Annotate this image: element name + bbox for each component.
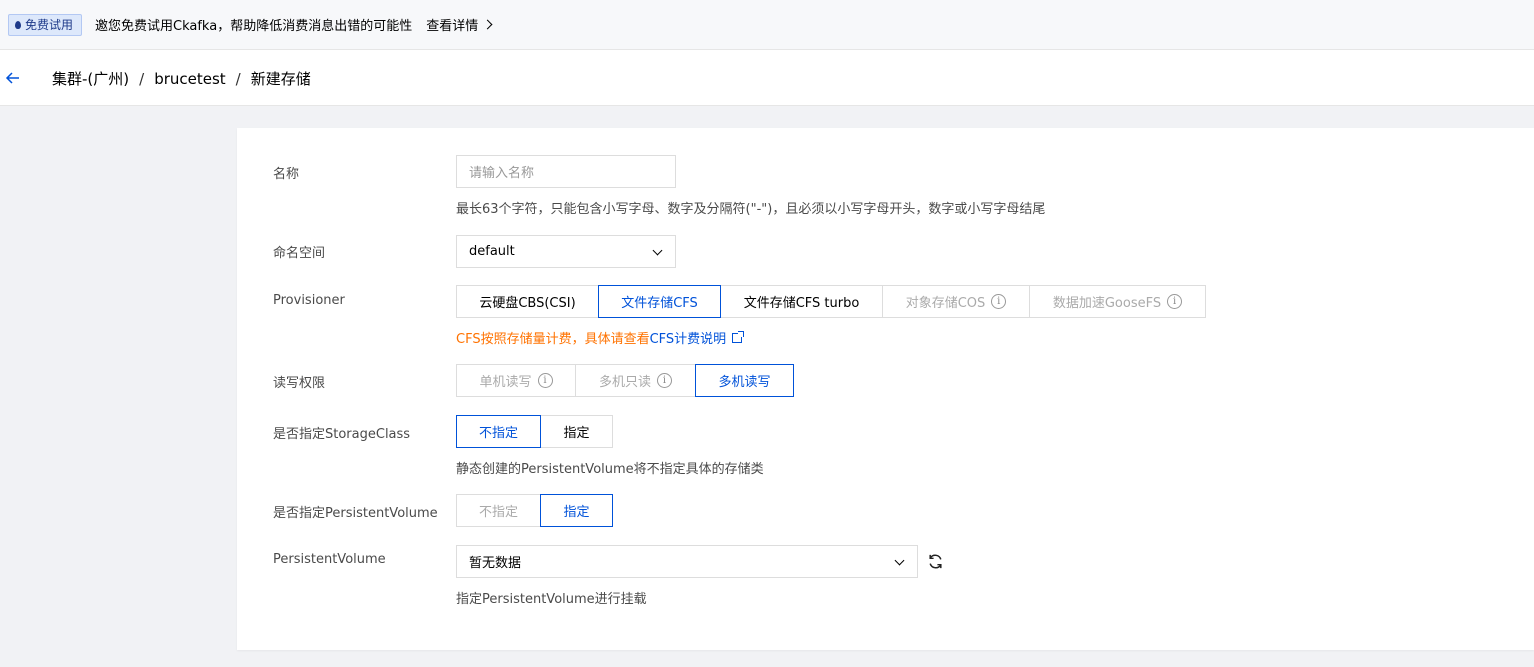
storage-class-option-label: 指定	[563, 426, 590, 441]
chevron-right-icon	[482, 19, 493, 30]
access-option-label: 多机读写	[718, 375, 771, 390]
specify-pv-option-label: 指定	[563, 505, 590, 520]
access-option-single-rw: 单机读写 i	[456, 364, 576, 397]
access-option-multi-ro: 多机只读 i	[575, 364, 696, 397]
info-icon[interactable]: i	[657, 373, 672, 388]
info-icon[interactable]: i	[537, 373, 553, 388]
namespace-select[interactable]: default	[456, 235, 676, 268]
namespace-label: 命名空间	[273, 246, 326, 261]
access-option-label: 多机只读	[598, 375, 651, 390]
view-details-link[interactable]: 查看详情	[426, 15, 493, 34]
provisioner-option-cbs[interactable]: 云硬盘CBS(CSI)	[456, 285, 599, 318]
drop-icon	[15, 20, 21, 29]
breadcrumb: 集群-(广州) / brucetest / 新建存储	[52, 68, 311, 89]
external-link-icon[interactable]	[732, 330, 745, 343]
provisioner-option-label: 云硬盘CBS(CSI)	[479, 296, 576, 311]
pv-hint: 指定PersistentVolume进行挂载	[456, 592, 647, 607]
provisioner-option-cfs[interactable]: 文件存储CFS	[598, 285, 721, 318]
cfs-billing-note: CFS按照存储量计费，具体请查看 CFS计费说明	[456, 328, 745, 347]
breadcrumb-separator: /	[139, 69, 145, 88]
storage-class-hint: 静态创建的PersistentVolume将不指定具体的存储类	[456, 462, 764, 477]
storage-class-option-specify[interactable]: 指定	[540, 415, 613, 448]
pv-label: PersistentVolume	[273, 552, 386, 567]
provisioner-option-goosefs: 数据加速GooseFS i	[1029, 285, 1206, 318]
cfs-billing-link[interactable]: CFS计费说明	[650, 328, 727, 347]
storage-class-option-label: 不指定	[478, 426, 518, 441]
info-icon[interactable]: i	[1167, 294, 1183, 309]
page-title: 新建存储	[250, 70, 311, 88]
pv-select-value: 暂无数据	[469, 556, 522, 571]
back-arrow-icon[interactable]	[5, 70, 21, 86]
free-trial-badge-label: 免费试用	[25, 18, 74, 32]
free-trial-badge: 免费试用	[8, 13, 83, 36]
access-label: 读写权限	[273, 376, 326, 391]
view-details-label: 查看详情	[426, 19, 479, 34]
name-input[interactable]: 请输入名称	[456, 155, 676, 188]
cfs-billing-note-text: CFS按照存储量计费，具体请查看	[456, 332, 650, 347]
specify-pv-option-none: 不指定	[456, 494, 541, 527]
chevron-down-icon	[652, 245, 663, 256]
provisioner-option-label: 数据加速GooseFS	[1052, 296, 1162, 311]
breadcrumb-cluster-name[interactable]: brucetest	[154, 70, 225, 88]
access-option-label: 单机读写	[479, 375, 532, 390]
banner-text: 邀您免费试用Ckafka，帮助降低消费消息出错的可能性	[95, 19, 413, 34]
name-hint: 最长63个字符，只能包含小写字母、数字及分隔符("-")，且必须以小写字母开头，…	[456, 202, 1046, 217]
specify-pv-option-label: 不指定	[478, 505, 518, 520]
breadcrumb-separator: /	[235, 69, 241, 88]
name-input-placeholder: 请输入名称	[469, 166, 535, 181]
provisioner-option-cos: 对象存储COS i	[882, 285, 1030, 318]
namespace-value: default	[469, 244, 515, 259]
provisioner-option-label: 对象存储COS	[905, 296, 986, 311]
info-icon[interactable]: i	[991, 294, 1007, 309]
specify-pv-option-specify[interactable]: 指定	[540, 494, 613, 527]
storage-class-label: 是否指定StorageClass	[273, 427, 411, 442]
chevron-down-icon	[894, 555, 905, 566]
storage-class-option-none[interactable]: 不指定	[456, 415, 541, 448]
provisioner-option-label: 文件存储CFS turbo	[743, 296, 860, 311]
specify-pv-label: 是否指定PersistentVolume	[273, 506, 438, 521]
refresh-icon[interactable]	[927, 553, 944, 570]
provisioner-label: Provisioner	[273, 293, 345, 308]
promo-banner: 免费试用 邀您免费试用Ckafka，帮助降低消费消息出错的可能性 查看详情	[0, 0, 1534, 50]
name-label: 名称	[273, 167, 300, 182]
page-header: 集群-(广州) / brucetest / 新建存储	[0, 50, 1534, 106]
provisioner-option-cfs-turbo[interactable]: 文件存储CFS turbo	[720, 285, 883, 318]
provisioner-option-label: 文件存储CFS	[621, 296, 698, 311]
pv-select[interactable]: 暂无数据	[456, 545, 918, 578]
access-option-multi-rw[interactable]: 多机读写	[695, 364, 794, 397]
breadcrumb-cluster[interactable]: 集群-(广州)	[52, 68, 129, 89]
